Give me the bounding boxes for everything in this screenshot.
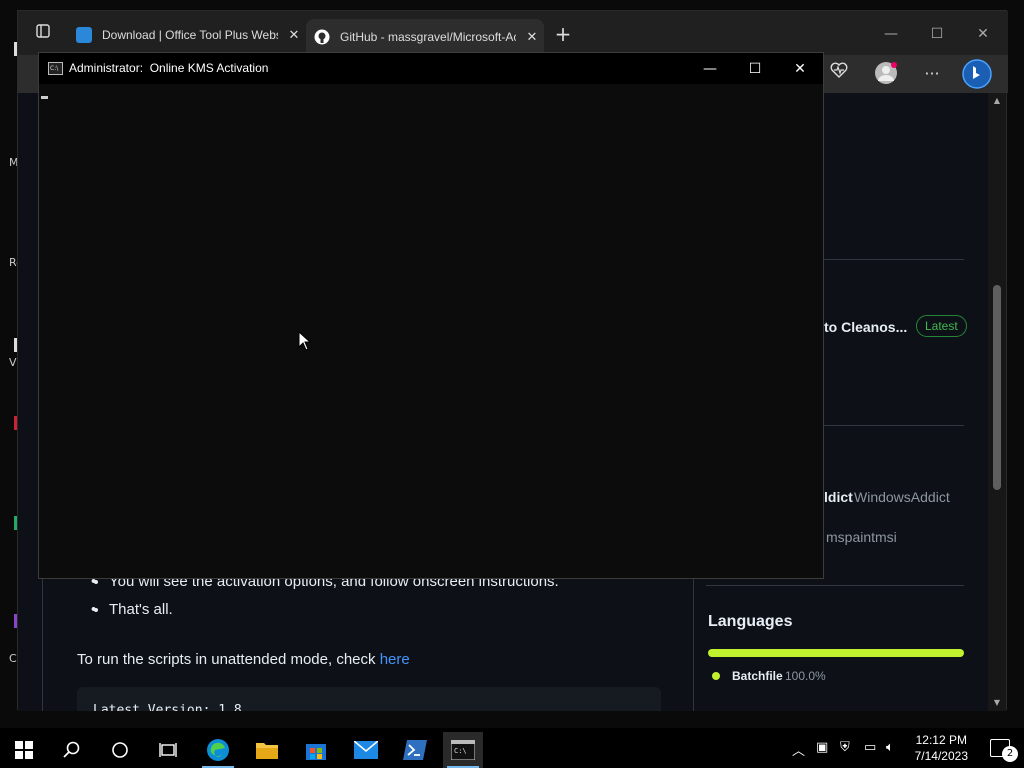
clock-date: 7/14/2023 (914, 749, 968, 763)
language-percent: 100.0% (785, 669, 826, 683)
tab-office-tool-plus[interactable]: Download | Office Tool Plus Website ✕ (68, 21, 304, 49)
search-icon[interactable] (52, 732, 92, 768)
console-maximize-icon[interactable]: ☐ (732, 55, 778, 83)
console-titlebar[interactable]: C:\ Administrator: Online KMS Activation… (39, 53, 823, 84)
taskbar: C:\ ︿ ▣ ⛨ ▭ 🔈︎ 12:12 PM 7/14/2023 2 (0, 728, 1024, 768)
tab-actions-icon[interactable] (32, 23, 54, 45)
scroll-up-icon[interactable]: ▲ (988, 93, 1006, 109)
device-icon[interactable]: ▣ (816, 740, 828, 755)
latest-badge: Latest (916, 315, 967, 337)
unattended-paragraph: To run the scripts in unattended mode, c… (77, 651, 410, 668)
page-scrollbar[interactable]: ▲ ▼ (988, 93, 1006, 711)
languages-heading: Languages (708, 613, 793, 630)
language-name[interactable]: Batchfile (732, 669, 783, 683)
browser-essentials-icon[interactable] (826, 61, 852, 87)
language-bar (708, 649, 964, 657)
clock[interactable]: 12:12 PM 7/14/2023 (915, 732, 968, 764)
list-item: That's all. (91, 601, 173, 618)
close-tab-icon[interactable]: ✕ (524, 29, 540, 45)
unattended-mode-link[interactable]: here (380, 651, 410, 668)
tab-title: GitHub - massgravel/Microsoft-Activation… (340, 30, 516, 44)
svg-text:C:\: C:\ (454, 747, 467, 755)
close-tab-icon[interactable]: ✕ (286, 27, 302, 43)
tab-title: Download | Office Tool Plus Website (102, 28, 278, 42)
volume-muted-icon[interactable]: 🔈︎ (886, 740, 894, 755)
mouse-pointer-icon (298, 330, 312, 355)
contributor-login[interactable]: ldict (824, 489, 853, 505)
desktop-icons-strip: M Re V C (0, 40, 23, 720)
clock-time: 12:12 PM (915, 733, 967, 747)
task-view-icon[interactable] (148, 732, 188, 768)
contributor-name[interactable]: WindowsAddict (854, 489, 950, 505)
network-icon[interactable]: ▭ (864, 740, 876, 755)
minimize-icon[interactable]: — (868, 19, 914, 49)
github-favicon-icon (314, 29, 330, 45)
security-icon[interactable]: ⛨ (840, 740, 850, 755)
store-icon[interactable] (296, 732, 336, 768)
desktop-icon-label: C (9, 652, 17, 665)
powershell-icon[interactable] (395, 732, 435, 768)
desktop-icon-label: V (9, 356, 17, 369)
new-tab-button[interactable]: + (552, 23, 574, 45)
office-favicon-icon (76, 27, 92, 43)
mail-icon[interactable] (346, 732, 386, 768)
close-window-icon[interactable]: ✕ (960, 19, 1006, 49)
console-minimize-icon[interactable]: — (687, 55, 733, 83)
divider (706, 585, 964, 586)
more-options-icon[interactable]: ··· (919, 61, 945, 87)
language-dot-icon (712, 672, 720, 680)
contributor-name[interactable]: mspaintmsi (826, 529, 897, 545)
console-title: Administrator: Online KMS Activation (69, 61, 269, 75)
text-cursor (41, 96, 48, 99)
profile-avatar-icon[interactable] (873, 61, 899, 87)
cmd-icon: C:\ (48, 62, 63, 75)
code-text: Latest Version: 1.8 (93, 703, 242, 711)
scroll-thumb[interactable] (993, 285, 1001, 490)
console-close-icon[interactable]: ✕ (777, 55, 823, 83)
notification-count: 2 (1002, 746, 1018, 762)
cmd-console-window[interactable]: C:\ Administrator: Online KMS Activation… (38, 52, 824, 579)
bing-copilot-icon[interactable] (962, 59, 992, 89)
show-hidden-icons-icon[interactable]: ︿ (792, 740, 805, 759)
release-name[interactable]: to Cleanos... (824, 319, 907, 335)
tab-github-mas[interactable]: GitHub - massgravel/Microsoft-Activation… (306, 19, 544, 55)
start-button[interactable] (4, 732, 44, 768)
maximize-icon[interactable]: ☐ (914, 19, 960, 49)
cortana-icon[interactable] (100, 732, 140, 768)
code-block: Latest Version: 1.8 (77, 687, 661, 711)
file-explorer-icon[interactable] (247, 732, 287, 768)
scroll-down-icon[interactable]: ▼ (988, 695, 1006, 711)
tab-bar: Download | Office Tool Plus Website ✕ Gi… (18, 11, 1008, 55)
edge-app-icon[interactable] (198, 732, 238, 768)
cmd-app-icon[interactable]: C:\ (443, 732, 483, 768)
